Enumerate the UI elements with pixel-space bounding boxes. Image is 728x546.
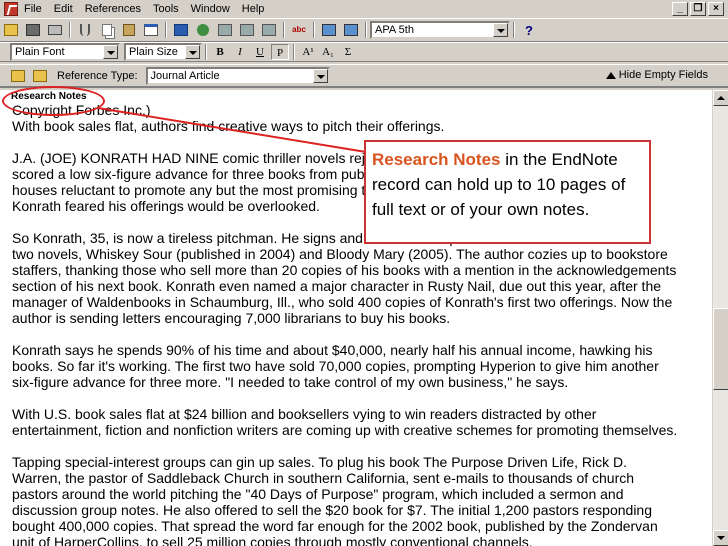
format-icon — [218, 24, 232, 36]
menu-bar: File Edit References Tools Window Help _… — [0, 0, 728, 18]
insert-picture-button[interactable] — [319, 21, 339, 39]
toolbar-separator — [513, 22, 515, 38]
sync-button[interactable] — [259, 21, 279, 39]
copy-icon — [102, 24, 112, 36]
online-search-button[interactable] — [193, 21, 213, 39]
toolbar-separator — [165, 22, 167, 38]
toolbar-separator — [205, 44, 207, 60]
subscript-button[interactable]: A₁ — [319, 44, 337, 60]
export-icon — [240, 24, 254, 36]
notes-paragraph: Tapping special-interest groups can gin … — [12, 454, 658, 546]
folder-link-icon — [33, 69, 47, 82]
chevron-down-icon[interactable] — [185, 45, 200, 59]
size-select[interactable]: Plain Size — [124, 43, 202, 61]
format-bibliography-button[interactable] — [215, 21, 235, 39]
main-toolbar: abc APA 5th ? — [0, 18, 728, 42]
window-controls: _ ❐ × — [672, 2, 724, 16]
insert-object-button[interactable] — [341, 21, 361, 39]
format-toolbar: Plain Font Plain Size B I U P A¹ A₁ Σ — [0, 42, 728, 62]
restore-button[interactable]: ❐ — [690, 2, 706, 16]
close-button[interactable]: × — [708, 2, 724, 16]
library-icon — [174, 24, 188, 36]
insert-citation-button[interactable] — [141, 21, 161, 39]
plain-button[interactable]: P — [271, 44, 289, 60]
toolbar-separator — [293, 44, 295, 60]
paste-button[interactable] — [119, 21, 139, 39]
picture-icon — [322, 24, 336, 36]
scroll-down-button[interactable] — [713, 530, 728, 546]
new-library-button[interactable] — [1, 21, 21, 39]
notes-paragraph: Copyright Forbes Inc.) With book sales f… — [12, 102, 445, 134]
size-value: Plain Size — [129, 46, 178, 58]
highlight-ellipse — [2, 86, 105, 116]
menu-tools[interactable]: Tools — [147, 0, 185, 18]
save-button[interactable] — [23, 21, 43, 39]
font-value: Plain Font — [15, 46, 65, 58]
toolbar-separator — [283, 22, 285, 38]
object-icon — [344, 24, 358, 36]
reference-toolbar: Reference Type: Journal Article Hide Emp… — [0, 64, 728, 88]
chevron-down-icon[interactable] — [493, 23, 508, 37]
help-icon: ? — [525, 22, 533, 38]
menu-window[interactable]: Window — [185, 0, 236, 18]
document-icon — [144, 24, 158, 36]
print-icon — [48, 25, 62, 35]
help-button[interactable]: ? — [519, 21, 539, 39]
library-window-button[interactable] — [171, 21, 191, 39]
reference-type-value: Journal Article — [150, 69, 220, 82]
vertical-scrollbar[interactable] — [712, 90, 728, 546]
hide-empty-fields-button[interactable]: Hide Empty Fields — [605, 69, 708, 81]
toolbar-separator — [313, 22, 315, 38]
hide-empty-fields-label: Hide Empty Fields — [618, 69, 708, 81]
output-style-value: APA 5th — [375, 24, 414, 36]
sync-icon — [262, 24, 276, 36]
spell-check-button[interactable]: abc — [289, 21, 309, 39]
scroll-thumb[interactable] — [713, 308, 728, 390]
italic-button[interactable]: I — [231, 44, 249, 60]
notes-paragraph: With U.S. book sales flat at $24 billion… — [12, 406, 678, 438]
reference-type-select[interactable]: Journal Article — [145, 66, 330, 85]
print-button[interactable] — [45, 21, 65, 39]
notes-paragraph: Konrath says he spends 90% of his time a… — [12, 342, 659, 390]
copy-button[interactable] — [97, 21, 117, 39]
callout-box: Research Notes in the EndNote record can… — [364, 140, 651, 244]
cut-button[interactable] — [75, 21, 95, 39]
bold-button[interactable]: B — [211, 44, 229, 60]
chevron-down-icon[interactable] — [312, 68, 328, 83]
notes-paragraph: So Konrath, 35, is now a tireless pitchm… — [12, 230, 677, 326]
output-style-select[interactable]: APA 5th — [370, 21, 510, 39]
folder-open-icon — [11, 69, 25, 82]
scissors-icon — [80, 24, 90, 36]
toolbar-separator — [69, 22, 71, 38]
menu-references[interactable]: References — [79, 0, 147, 18]
open-link-button[interactable] — [30, 67, 50, 85]
toolbar-separator — [365, 22, 367, 38]
endnote-app-icon[interactable] — [4, 2, 18, 16]
spell-check-icon: abc — [292, 25, 306, 34]
menu-edit[interactable]: Edit — [48, 0, 79, 18]
menu-file[interactable]: File — [18, 0, 48, 18]
chevron-down-icon[interactable] — [103, 45, 118, 59]
save-icon — [26, 24, 40, 36]
superscript-button[interactable]: A¹ — [299, 44, 317, 60]
menu-help[interactable]: Help — [236, 0, 271, 18]
underline-button[interactable]: U — [251, 44, 269, 60]
globe-icon — [197, 24, 209, 36]
triangle-up-icon — [605, 71, 616, 79]
minimize-button[interactable]: _ — [672, 2, 688, 16]
font-select[interactable]: Plain Font — [10, 43, 120, 61]
new-reference-button[interactable] — [8, 67, 28, 85]
paste-icon — [123, 24, 135, 36]
callout-title: Research Notes — [372, 150, 501, 169]
export-button[interactable] — [237, 21, 257, 39]
symbol-button[interactable]: Σ — [339, 44, 357, 60]
folder-new-icon — [4, 24, 18, 36]
scroll-up-button[interactable] — [713, 90, 728, 106]
reference-type-label: Reference Type: — [57, 69, 138, 82]
